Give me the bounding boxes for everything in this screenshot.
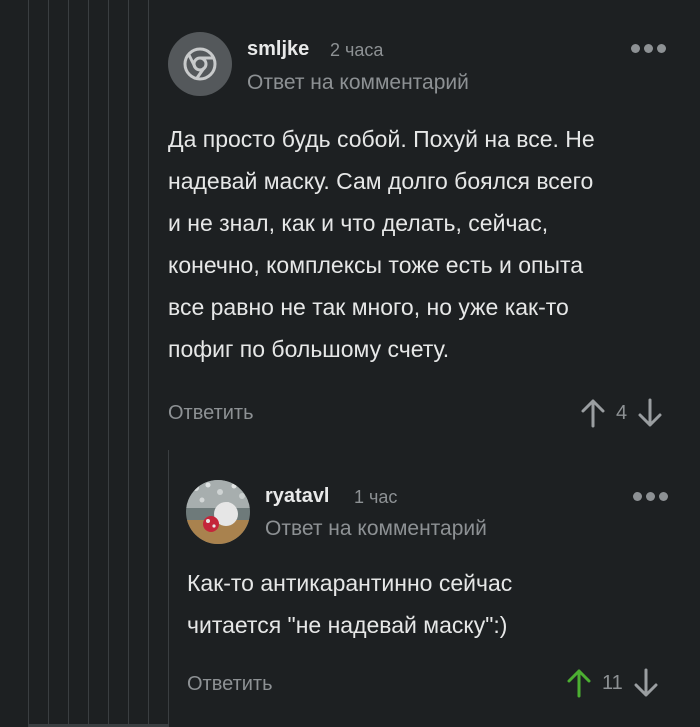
upvote-arrow-icon[interactable]	[566, 668, 592, 698]
reply-button[interactable]: Ответить	[168, 402, 254, 425]
more-dot-icon	[631, 44, 640, 53]
comment-body: Как-то антикарантинно сейчас читается "н…	[187, 562, 512, 646]
rating-count: 11	[602, 671, 623, 694]
user-photo-avatar	[186, 480, 250, 544]
comment-body: Да просто будь собой. Похуй на все. Не н…	[168, 118, 595, 370]
reply-to-label[interactable]: Ответ на комментарий	[247, 71, 469, 95]
vote-controls: 4	[580, 398, 663, 428]
comment-body-line: конечно, комплексы тоже есть и опыта	[168, 252, 584, 278]
more-options-button[interactable]	[631, 44, 666, 53]
more-dot-icon	[633, 492, 642, 501]
comment-body-line: Как-то антикарантинно сейчас	[187, 570, 513, 596]
downvote-arrow-icon[interactable]	[633, 668, 659, 698]
more-dot-icon	[657, 44, 666, 53]
comment-body-line: Да просто будь собой. Похуй на все. Не	[168, 126, 595, 152]
reply-button[interactable]: Ответить	[187, 673, 273, 696]
comment-body-line: все равно не так много, но уже как-то	[168, 294, 569, 320]
rating-count: 4	[616, 401, 628, 424]
username[interactable]: ryatavl	[265, 485, 330, 508]
comment-body-line: пофиг по большому счету.	[168, 336, 450, 362]
thread-line	[108, 0, 109, 727]
thread-line	[128, 0, 129, 727]
more-dot-icon	[644, 44, 653, 53]
avatar[interactable]	[186, 480, 250, 544]
reply-to-label[interactable]: Ответ на комментарий	[265, 517, 487, 541]
comment-time: 2 часа	[330, 40, 384, 60]
more-dot-icon	[646, 492, 655, 501]
chrome-logo-icon	[183, 47, 217, 81]
thread-indent-lines	[0, 0, 169, 727]
thread-line	[68, 0, 69, 727]
thread-line	[148, 0, 149, 727]
comment-body-line: читается "не надевай маску":)	[187, 612, 508, 638]
comment-time: 1 час	[354, 487, 398, 507]
thread-line	[88, 0, 89, 727]
thread-line	[28, 0, 29, 727]
thread-line	[168, 450, 169, 727]
avatar[interactable]	[168, 32, 232, 96]
comment-body-line: и не знал, как и что делать, сейчас,	[168, 210, 549, 236]
vote-controls: 11	[566, 668, 659, 698]
username[interactable]: smljke	[247, 38, 309, 61]
comment-body-line: надевай маску. Сам долго боялся всего	[168, 168, 594, 194]
thread-line	[48, 0, 49, 727]
more-dot-icon	[659, 492, 668, 501]
upvote-arrow-icon[interactable]	[580, 398, 606, 428]
more-options-button[interactable]	[633, 492, 668, 501]
downvote-arrow-icon[interactable]	[637, 398, 663, 428]
